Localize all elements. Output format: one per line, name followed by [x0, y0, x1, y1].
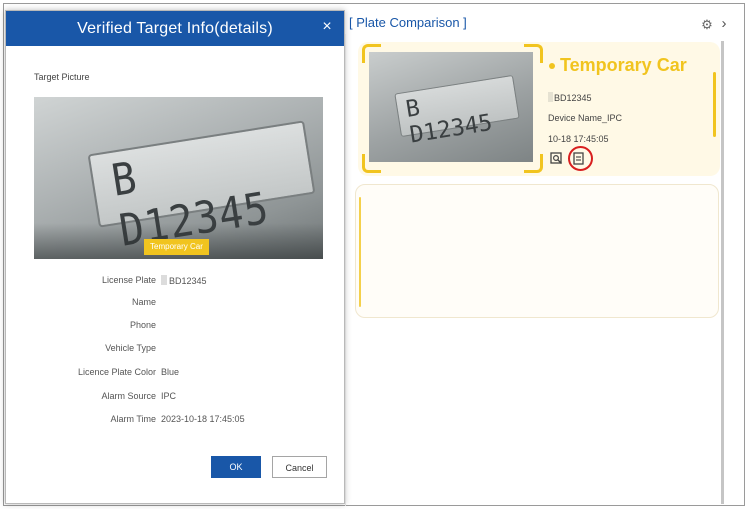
empty-comparison-card [355, 184, 719, 318]
plate-color-swatch [548, 92, 553, 102]
close-icon[interactable]: × [316, 16, 338, 38]
panel-divider [345, 34, 346, 506]
field-value: 2023-10-18 17:45:05 [161, 414, 245, 424]
field-row-alarm-source: Alarm Source IPC [6, 391, 346, 407]
status-dot [549, 63, 555, 69]
verified-target-dialog: Verified Target Info(details) × Target P… [5, 10, 345, 504]
ok-button[interactable]: OK [211, 456, 261, 478]
temporary-car-tag: Temporary Car [144, 239, 209, 255]
field-label: Alarm Source [101, 391, 156, 401]
field-label: License Plate [101, 275, 156, 285]
field-row-name: Name [6, 297, 346, 313]
thumbnail-corner-bracket [524, 44, 543, 63]
card-plate: BD12345 [548, 92, 592, 103]
card-left-accent [359, 197, 361, 307]
card-plate-in-image: B D12345 [394, 74, 520, 149]
card-time: 10-18 17:45:05 [548, 134, 609, 144]
card-plate-image-text: B D12345 [403, 95, 495, 149]
target-picture-label: Target Picture [34, 72, 90, 82]
plate-color-swatch [161, 275, 167, 285]
card-device-name: Device Name_IPC [548, 113, 623, 123]
license-plate-value: BD12345 [169, 276, 207, 286]
plate-comparison-title: [ Plate Comparison ] [349, 15, 467, 30]
card-plate-thumbnail[interactable]: B D12345 [369, 52, 533, 162]
field-row-phone: Phone [6, 320, 346, 336]
field-row-plate-color: Licence Plate Color Blue [6, 367, 346, 383]
cancel-button[interactable]: Cancel [272, 456, 327, 478]
field-label: Licence Plate Color [77, 367, 156, 377]
dialog-title: Verified Target Info(details) [77, 20, 273, 37]
card-plate-number: BD12345 [554, 93, 592, 103]
thumbnail-corner-bracket [362, 44, 381, 63]
dialog-header: Verified Target Info(details) × [6, 11, 344, 46]
field-label: Phone [129, 320, 156, 330]
search-image-icon[interactable] [550, 152, 563, 165]
field-row-alarm-time: Alarm Time 2023-10-18 17:45:05 [6, 414, 346, 430]
gear-icon[interactable]: ⚙ [700, 18, 714, 32]
field-row-vehicle-type: Vehicle Type [6, 343, 346, 359]
plate-in-image: B D12345 [87, 120, 316, 257]
panel-scrollbar[interactable] [721, 41, 724, 504]
card-title: Temporary Car [560, 55, 687, 75]
thumbnail-corner-bracket [362, 154, 381, 173]
field-label: Name [131, 297, 156, 307]
target-plate-image: B D12345 Temporary Car [34, 97, 323, 259]
field-value: BD12345 [161, 275, 207, 286]
card-scroll-indicator [713, 72, 716, 137]
field-row-license-plate: License Plate BD12345 [6, 275, 346, 291]
plate-comparison-card[interactable]: B D12345 Temporary Car BD12345 Device Na… [358, 42, 720, 176]
field-value: IPC [161, 391, 177, 401]
chevron-right-icon[interactable]: › [718, 16, 730, 31]
field-label: Alarm Time [110, 414, 156, 424]
field-label: Vehicle Type [105, 343, 156, 353]
highlight-circle [568, 146, 593, 171]
thumbnail-corner-bracket [524, 154, 543, 173]
field-value: Blue [161, 367, 180, 377]
